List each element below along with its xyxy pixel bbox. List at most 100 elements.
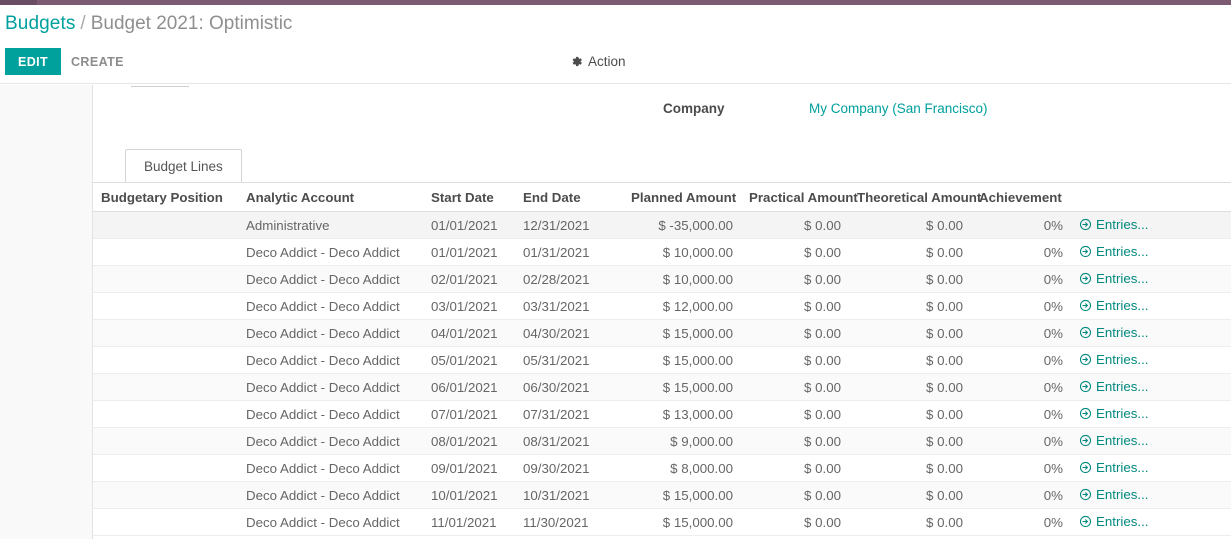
- table-row[interactable]: Deco Addict - Deco Addict09/01/202109/30…: [93, 455, 1231, 482]
- entries-link-label: Entries...: [1096, 217, 1148, 232]
- tab-budget-lines[interactable]: Budget Lines: [125, 149, 242, 182]
- budget-lines-table: Budgetary Position Analytic Account Star…: [93, 182, 1231, 536]
- cell-start-date: 01/01/2021: [423, 212, 515, 239]
- cell-analytic-account: Deco Addict - Deco Addict: [238, 266, 423, 293]
- tab-budget-lines-label: Budget Lines: [144, 159, 223, 174]
- cell-entries: Entries...: [1071, 509, 1231, 536]
- external-link-circle-icon: [1079, 326, 1092, 339]
- cell-analytic-account: Deco Addict - Deco Addict: [238, 374, 423, 401]
- cell-achievement: 0%: [971, 239, 1071, 266]
- cell-theoretical-amount: $ 0.00: [849, 374, 971, 401]
- budget-lines-table-body: Administrative01/01/202112/31/2021$ -35,…: [93, 212, 1231, 536]
- cell-budgetary-position: [93, 482, 238, 509]
- entries-link[interactable]: Entries...: [1079, 433, 1148, 448]
- cell-entries: Entries...: [1071, 293, 1231, 320]
- table-row[interactable]: Deco Addict - Deco Addict02/01/202102/28…: [93, 266, 1231, 293]
- cell-start-date: 04/01/2021: [423, 320, 515, 347]
- cell-start-date: 01/01/2021: [423, 239, 515, 266]
- cell-theoretical-amount: $ 0.00: [849, 239, 971, 266]
- edit-button[interactable]: EDIT: [5, 48, 61, 75]
- create-button[interactable]: CREATE: [62, 48, 133, 75]
- table-row[interactable]: Deco Addict - Deco Addict11/01/202111/30…: [93, 509, 1231, 536]
- company-label: Company: [663, 101, 725, 116]
- table-row[interactable]: Deco Addict - Deco Addict10/01/202110/31…: [93, 482, 1231, 509]
- entries-link-label: Entries...: [1096, 406, 1148, 421]
- external-link-circle-icon: [1079, 218, 1092, 231]
- cell-practical-amount: $ 0.00: [741, 374, 849, 401]
- entries-link-label: Entries...: [1096, 379, 1148, 394]
- cell-start-date: 06/01/2021: [423, 374, 515, 401]
- cell-entries: Entries...: [1071, 266, 1231, 293]
- cell-achievement: 0%: [971, 266, 1071, 293]
- entries-link[interactable]: Entries...: [1079, 379, 1148, 394]
- cell-planned-amount: $ 15,000.00: [623, 320, 741, 347]
- cell-budgetary-position: [93, 347, 238, 374]
- cell-end-date: 01/31/2021: [515, 239, 623, 266]
- cell-end-date: 11/30/2021: [515, 509, 623, 536]
- cell-entries: Entries...: [1071, 401, 1231, 428]
- cell-entries: Entries...: [1071, 347, 1231, 374]
- cell-analytic-account: Deco Addict - Deco Addict: [238, 401, 423, 428]
- cell-budgetary-position: [93, 428, 238, 455]
- table-row[interactable]: Deco Addict - Deco Addict05/01/202105/31…: [93, 347, 1231, 374]
- column-header-practical-amount[interactable]: Practical Amount: [741, 183, 849, 212]
- entries-link[interactable]: Entries...: [1079, 325, 1148, 340]
- cell-planned-amount: $ 12,000.00: [623, 293, 741, 320]
- column-header-budgetary-position[interactable]: Budgetary Position: [93, 183, 238, 212]
- column-header-start-date[interactable]: Start Date: [423, 183, 515, 212]
- column-header-theoretical-amount[interactable]: Theoretical Amount: [849, 183, 971, 212]
- external-link-circle-icon: [1079, 461, 1092, 474]
- breadcrumb-root-link[interactable]: Budgets: [5, 13, 75, 35]
- entries-link[interactable]: Entries...: [1079, 487, 1148, 502]
- cell-theoretical-amount: $ 0.00: [849, 212, 971, 239]
- cell-entries: Entries...: [1071, 239, 1231, 266]
- cell-practical-amount: $ 0.00: [741, 239, 849, 266]
- company-value-link[interactable]: My Company (San Francisco): [809, 101, 988, 116]
- cell-entries: Entries...: [1071, 374, 1231, 401]
- cell-theoretical-amount: $ 0.00: [849, 455, 971, 482]
- entries-link[interactable]: Entries...: [1079, 352, 1148, 367]
- cell-practical-amount: $ 0.00: [741, 482, 849, 509]
- entries-link[interactable]: Entries...: [1079, 271, 1148, 286]
- action-menu-label: Action: [588, 54, 626, 69]
- form-background: Company My Company (San Francisco) Budge…: [0, 85, 1231, 539]
- table-row[interactable]: Deco Addict - Deco Addict08/01/202108/31…: [93, 428, 1231, 455]
- cell-planned-amount: $ 15,000.00: [623, 374, 741, 401]
- table-row[interactable]: Deco Addict - Deco Addict03/01/202103/31…: [93, 293, 1231, 320]
- table-row[interactable]: Deco Addict - Deco Addict06/01/202106/30…: [93, 374, 1231, 401]
- cell-practical-amount: $ 0.00: [741, 509, 849, 536]
- budget-lines-table-header: Budgetary Position Analytic Account Star…: [93, 183, 1231, 212]
- entries-link-label: Entries...: [1096, 298, 1148, 313]
- cell-practical-amount: $ 0.00: [741, 320, 849, 347]
- notebook-tab-strip: Budget Lines: [93, 149, 1231, 182]
- entries-link-label: Entries...: [1096, 433, 1148, 448]
- cell-practical-amount: $ 0.00: [741, 266, 849, 293]
- column-header-analytic-account[interactable]: Analytic Account: [238, 183, 423, 212]
- cell-practical-amount: $ 0.00: [741, 401, 849, 428]
- entries-link[interactable]: Entries...: [1079, 244, 1148, 259]
- entries-link[interactable]: Entries...: [1079, 406, 1148, 421]
- column-header-planned-amount[interactable]: Planned Amount: [623, 183, 741, 212]
- column-header-end-date[interactable]: End Date: [515, 183, 623, 212]
- cell-start-date: 11/01/2021: [423, 509, 515, 536]
- external-link-circle-icon: [1079, 380, 1092, 393]
- entries-link[interactable]: Entries...: [1079, 514, 1148, 529]
- table-row[interactable]: Deco Addict - Deco Addict07/01/202107/31…: [93, 401, 1231, 428]
- cell-achievement: 0%: [971, 428, 1071, 455]
- entries-link-label: Entries...: [1096, 271, 1148, 286]
- table-row[interactable]: Deco Addict - Deco Addict01/01/202101/31…: [93, 239, 1231, 266]
- column-header-achievement[interactable]: Achievement: [971, 183, 1071, 212]
- cell-theoretical-amount: $ 0.00: [849, 401, 971, 428]
- cell-theoretical-amount: $ 0.00: [849, 428, 971, 455]
- entries-link[interactable]: Entries...: [1079, 298, 1148, 313]
- action-menu-button[interactable]: Action: [570, 48, 626, 75]
- cell-analytic-account: Deco Addict - Deco Addict: [238, 509, 423, 536]
- entries-link[interactable]: Entries...: [1079, 217, 1148, 232]
- form-toolbar: EDIT CREATE Action: [0, 45, 1231, 84]
- entries-link[interactable]: Entries...: [1079, 460, 1148, 475]
- table-row[interactable]: Deco Addict - Deco Addict04/01/202104/30…: [93, 320, 1231, 347]
- cell-analytic-account: Deco Addict - Deco Addict: [238, 320, 423, 347]
- table-row[interactable]: Administrative01/01/202112/31/2021$ -35,…: [93, 212, 1231, 239]
- cell-start-date: 10/01/2021: [423, 482, 515, 509]
- company-field-group: Company My Company (San Francisco): [93, 97, 1231, 127]
